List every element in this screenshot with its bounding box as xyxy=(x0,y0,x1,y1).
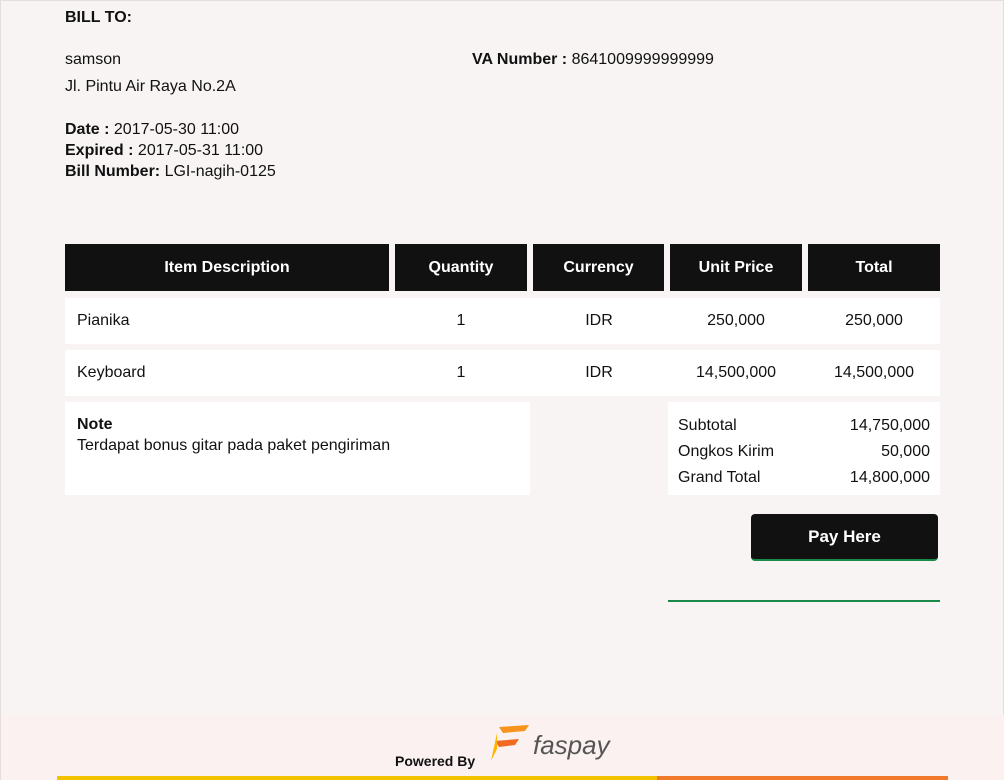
header-item-description: Item Description xyxy=(65,244,389,291)
expired-line: Expired : 2017-05-31 11:00 xyxy=(65,140,276,161)
expired-label: Expired : xyxy=(65,142,134,159)
item-unit-price: 14,500,000 xyxy=(695,364,777,381)
pay-here-button[interactable]: Pay Here xyxy=(751,514,938,561)
item-currency: IDR xyxy=(585,312,613,329)
shipping-value: 50,000 xyxy=(881,443,930,460)
customer-address: Jl. Pintu Air Raya No.2A xyxy=(65,78,236,95)
header-quantity: Quantity xyxy=(395,244,527,291)
bill-to-heading: BILL TO: xyxy=(65,9,132,26)
bill-meta: Date : 2017-05-30 11:00 Expired : 2017-0… xyxy=(65,119,276,182)
date-value: 2017-05-30 11:00 xyxy=(113,121,240,138)
header-unit-price: Unit Price xyxy=(670,244,802,291)
item-unit-price: 250,000 xyxy=(707,312,765,329)
footer-bar-orange xyxy=(657,776,948,780)
item-quantity: 1 xyxy=(456,364,466,381)
item-description: Keyboard xyxy=(77,364,146,381)
totals-box: Subtotal 14,750,000 Ongkos Kirim 50,000 … xyxy=(668,402,940,495)
shipping-label: Ongkos Kirim xyxy=(678,443,775,460)
expired-value: 2017-05-31 11:00 xyxy=(137,142,264,159)
va-number-value: 8641009999999999 xyxy=(571,51,714,68)
faspay-logo-icon: faspay xyxy=(489,725,612,765)
bill-number-line: Bill Number: LGI-nagih-0125 xyxy=(65,161,276,182)
subtotal-label: Subtotal xyxy=(678,417,737,434)
note-box: Note Terdapat bonus gitar pada paket pen… xyxy=(65,402,530,495)
grand-total-line: Grand Total 14,800,000 xyxy=(678,465,930,491)
va-number: VA Number : 8641009999999999 xyxy=(472,50,714,70)
subtotal-value: 14,750,000 xyxy=(849,417,930,434)
item-quantity: 1 xyxy=(456,312,466,329)
invoice-page: BILL TO: samson Jl. Pintu Air Raya No.2A… xyxy=(0,0,1004,780)
item-description: Pianika xyxy=(77,312,130,329)
table-row: Pianika 1 IDR 250,000 250,000 xyxy=(65,298,940,344)
subtotal-line: Subtotal 14,750,000 xyxy=(678,413,930,439)
footer-bar-yellow xyxy=(57,776,657,780)
item-currency: IDR xyxy=(585,364,613,381)
date-label: Date : xyxy=(65,121,110,138)
header-total: Total xyxy=(808,244,940,291)
header-currency: Currency xyxy=(533,244,664,291)
faspay-logo-text: faspay xyxy=(533,730,612,760)
powered-by-label: Powered By xyxy=(395,753,476,769)
item-total: 250,000 xyxy=(845,312,903,329)
shipping-line: Ongkos Kirim 50,000 xyxy=(678,439,930,465)
divider xyxy=(668,600,940,602)
bill-number-value: LGI-nagih-0125 xyxy=(164,163,276,180)
item-total: 14,500,000 xyxy=(833,364,915,381)
date-line: Date : 2017-05-30 11:00 xyxy=(65,119,276,140)
faspay-logo: faspay xyxy=(485,721,615,769)
bill-number-label: Bill Number: xyxy=(65,163,161,180)
grand-total-label: Grand Total xyxy=(678,469,761,486)
grand-total-value: 14,800,000 xyxy=(849,469,930,486)
table-row: Keyboard 1 IDR 14,500,000 14,500,000 xyxy=(65,350,940,396)
note-text: Terdapat bonus gitar pada paket pengirim… xyxy=(77,437,391,454)
va-number-label: VA Number : xyxy=(472,51,568,68)
note-title: Note xyxy=(77,416,113,433)
customer-name: samson xyxy=(65,51,122,68)
